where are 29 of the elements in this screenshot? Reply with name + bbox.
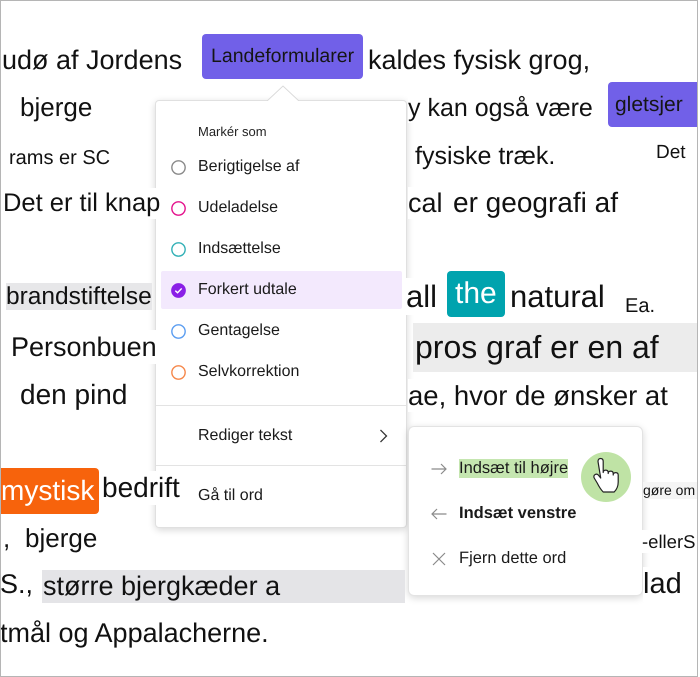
chevron-right-icon xyxy=(379,428,388,442)
document-text: -ellerS xyxy=(642,530,696,553)
document-text: bedrift xyxy=(102,471,180,505)
menu-item[interactable]: Gå til ord xyxy=(188,466,406,525)
cross-icon xyxy=(432,552,446,566)
arrow-right-icon xyxy=(431,462,447,474)
menu-item[interactable]: Rediger tekst xyxy=(188,406,406,465)
mark-option[interactable]: Selvkorrektion xyxy=(161,353,402,391)
highlighted-phrase: pros graf er en af xyxy=(413,323,697,372)
mark-option[interactable]: Forkert udtale xyxy=(161,271,402,309)
mark-option[interactable]: Udeladelse xyxy=(161,189,402,227)
mark-option[interactable]: Gentagelse xyxy=(161,312,402,350)
marked-word[interactable]: gletsjer xyxy=(608,82,697,127)
document-text: Det er til knap xyxy=(3,188,160,219)
marked-word[interactable]: Landeformularer xyxy=(202,34,364,79)
highlighted-phrase: brandstiftelse xyxy=(6,283,152,310)
menu-heading: Markér som xyxy=(198,123,267,141)
document-text: Personbuen xyxy=(11,330,157,364)
menu-item[interactable]: Fjern dette ord xyxy=(409,536,642,581)
menu-item[interactable]: Indsæt til højre xyxy=(409,446,642,491)
document-text: all xyxy=(406,278,438,315)
menu-item[interactable]: Indsæt venstre xyxy=(409,491,642,536)
highlighted-phrase: større bjergkæder a xyxy=(42,570,405,603)
hand-cursor-icon xyxy=(581,452,631,502)
document-text: y kan også være xyxy=(408,93,593,123)
document-text: gøre om xyxy=(643,482,697,499)
arrow-left-icon xyxy=(431,508,447,520)
mark-option[interactable]: Indsættelse xyxy=(161,230,402,268)
mark-option[interactable]: Berigtigelse af xyxy=(161,148,402,186)
